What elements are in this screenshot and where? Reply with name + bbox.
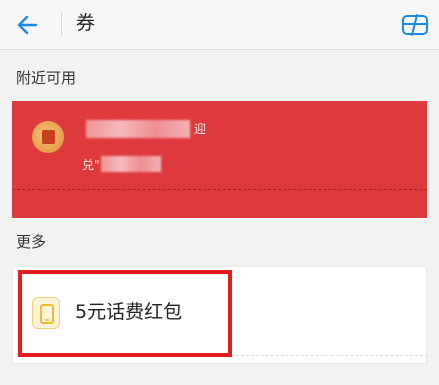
card-button[interactable] [399,11,431,39]
section-label-nearby: 附近可用 [16,69,77,87]
arrow-left-icon [17,15,38,35]
coupon-dashed-divider [12,189,427,190]
coupon-text-fragment: 兑" [82,158,100,172]
page-title: 券 [76,12,96,34]
blurred-text [101,156,161,172]
back-button[interactable] [14,11,44,39]
top-bar: 券 [0,0,439,50]
phone-credit-coupon-card[interactable]: 5元话费红包 [12,266,428,364]
section-label-more: 更多 [16,233,47,251]
coupon-text-fragment: 迎 [194,122,207,136]
header-divider [61,11,62,37]
nearby-coupon-card[interactable]: 迎 兑" [12,101,427,218]
merchant-logo [32,121,64,153]
card-icon [402,14,428,36]
coupon-label: 5元话费红包 [75,301,183,323]
coupon-dashed-divider [231,355,428,356]
blurred-text [86,120,190,138]
phone-icon [32,297,60,329]
bottom-spacer [0,367,439,385]
